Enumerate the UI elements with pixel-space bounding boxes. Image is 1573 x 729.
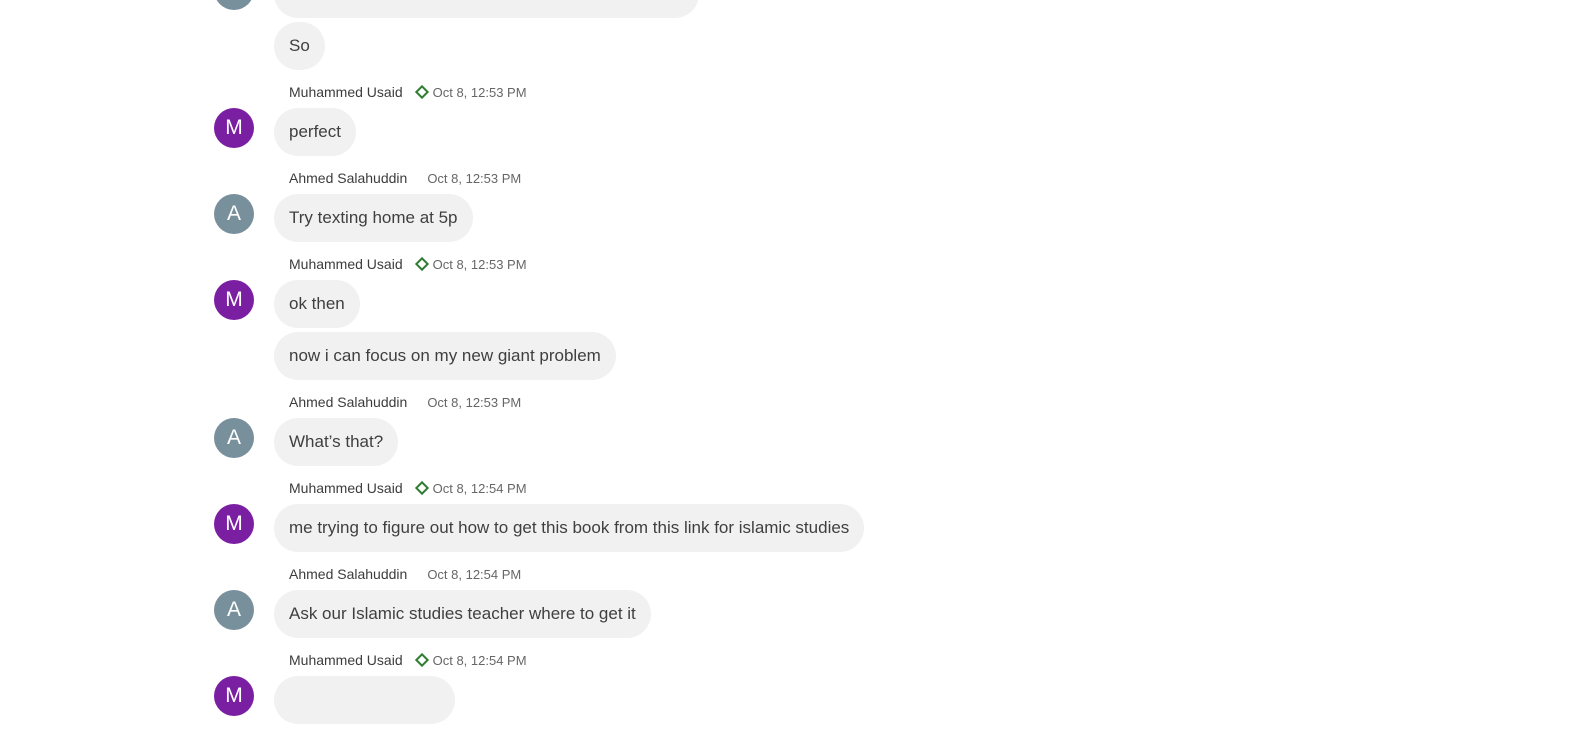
sender-name[interactable]: Ahmed Salahuddin <box>289 170 407 186</box>
message-header: Ahmed Salahuddin Oct 8, 12:53 PM <box>274 380 1573 412</box>
sender-name[interactable]: Muhammed Usaid <box>289 256 403 272</box>
message-header: Muhammed Usaid Oct 8, 12:54 PM <box>274 466 1573 498</box>
message-header: Muhammed Usaid Oct 8, 12:53 PM <box>274 242 1573 274</box>
avatar[interactable]: A <box>214 418 254 458</box>
timestamp: Oct 8, 12:53 PM <box>432 256 527 272</box>
timestamp: Oct 8, 12:54 PM <box>432 652 527 668</box>
message-bubble[interactable] <box>274 676 455 724</box>
message-bubble[interactable]: ok then <box>274 280 360 328</box>
sender-name[interactable]: Muhammed Usaid <box>289 84 403 100</box>
avatar[interactable] <box>214 0 254 10</box>
message-group: Muhammed Usaid Oct 8, 12:54 PM M <box>214 638 1573 724</box>
message-group: Ahmed Salahuddin Oct 8, 12:53 PM A Try te… <box>214 156 1573 242</box>
message-bubble[interactable]: Ask our Islamic studies teacher where to… <box>274 590 651 638</box>
message-group: Muhammed Usaid Oct 8, 12:54 PM Mme tryin… <box>214 466 1573 552</box>
message-group: So <box>214 0 1573 70</box>
sender-name[interactable]: Muhammed Usaid <box>289 652 403 668</box>
avatar[interactable]: M <box>214 504 254 544</box>
diamond-badge-icon <box>414 84 429 100</box>
diamond-badge-icon <box>414 256 429 272</box>
message-header: Muhammed Usaid Oct 8, 12:54 PM <box>274 638 1573 670</box>
timestamp: Oct 8, 12:54 PM <box>432 480 527 496</box>
avatar[interactable]: A <box>214 194 254 234</box>
message-bubble[interactable]: Try texting home at 5p <box>274 194 473 242</box>
message-bubble[interactable]: me trying to figure out how to get this … <box>274 504 865 552</box>
message-bubble[interactable] <box>274 0 699 18</box>
diamond-badge-icon <box>414 652 429 668</box>
message-header: Ahmed Salahuddin Oct 8, 12:54 PM <box>274 552 1573 584</box>
message-group: Muhammed Usaid Oct 8, 12:53 PM Mok then n… <box>214 242 1573 380</box>
avatar[interactable]: M <box>214 676 254 716</box>
message-group: Ahmed Salahuddin Oct 8, 12:54 PM A Ask ou… <box>214 552 1573 638</box>
message-group: Ahmed Salahuddin Oct 8, 12:53 PM A What’s… <box>214 380 1573 466</box>
timestamp: Oct 8, 12:54 PM <box>427 566 522 582</box>
message-header: Muhammed Usaid Oct 8, 12:53 PM <box>274 70 1573 102</box>
message-list: So Muhammed Usaid Oct 8, 12:53 PM Mperfe… <box>214 0 1573 724</box>
avatar[interactable]: A <box>214 590 254 630</box>
message-header: Ahmed Salahuddin Oct 8, 12:53 PM <box>274 156 1573 188</box>
sender-name[interactable]: Muhammed Usaid <box>289 480 403 496</box>
timestamp: Oct 8, 12:53 PM <box>427 170 522 186</box>
message-bubble[interactable]: What’s that? <box>274 418 399 466</box>
timestamp: Oct 8, 12:53 PM <box>432 84 527 100</box>
message-bubble[interactable]: perfect <box>274 108 356 156</box>
sender-name[interactable]: Ahmed Salahuddin <box>289 566 407 582</box>
message-bubble[interactable]: now i can focus on my new giant problem <box>274 332 616 380</box>
sender-name[interactable]: Ahmed Salahuddin <box>289 394 407 410</box>
diamond-badge-icon <box>414 480 429 496</box>
message-group: Muhammed Usaid Oct 8, 12:53 PM Mperfect <box>214 70 1573 156</box>
avatar[interactable]: M <box>214 280 254 320</box>
avatar[interactable]: M <box>214 108 254 148</box>
timestamp: Oct 8, 12:53 PM <box>427 394 522 410</box>
message-bubble[interactable]: So <box>274 22 325 70</box>
